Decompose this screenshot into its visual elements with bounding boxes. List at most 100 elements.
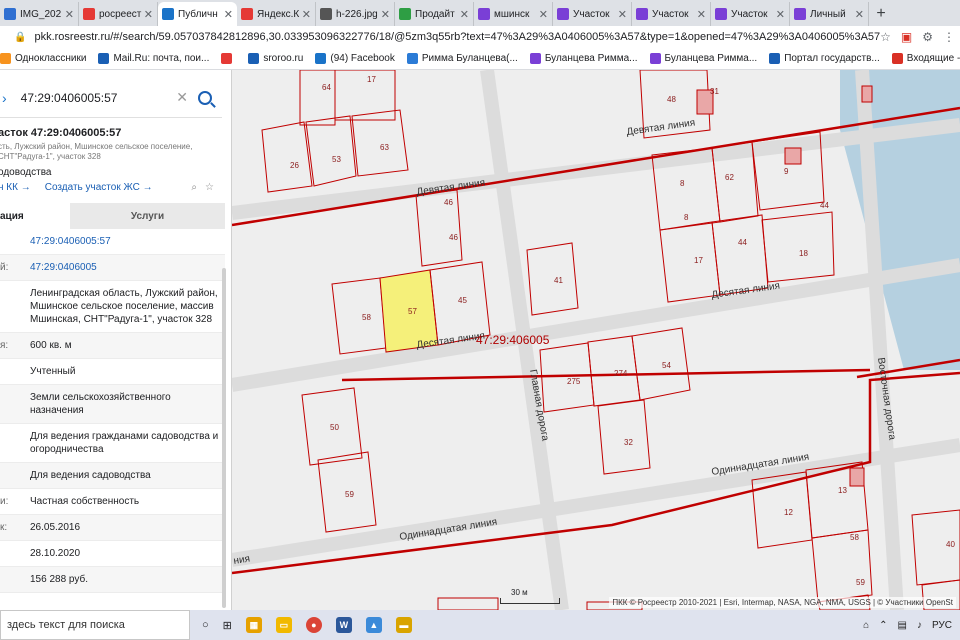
parcel-number[interactable]: 63 xyxy=(380,143,389,152)
close-tab-icon[interactable]: ✕ xyxy=(65,8,74,21)
pdf-extension-icon[interactable]: ▣ xyxy=(901,30,912,44)
taskbar-search-input[interactable]: здесь текст для поиска xyxy=(0,610,190,640)
browser-tab[interactable]: Личный ✕ xyxy=(790,2,869,26)
parcel-number[interactable]: 26 xyxy=(290,161,299,170)
language-indicator[interactable]: РУС xyxy=(932,620,952,631)
volume-icon[interactable]: ♪ xyxy=(917,620,922,631)
bookmark-item[interactable]: Портал государств... xyxy=(769,53,880,64)
parcel-number[interactable]: 41 xyxy=(554,276,563,285)
search-input[interactable]: 47:29:0406005:57 xyxy=(21,91,118,105)
bookmark-item[interactable] xyxy=(221,53,236,64)
parcel-number[interactable]: 48 xyxy=(667,95,676,104)
favorite-star-icon[interactable]: ☆ xyxy=(205,182,214,193)
browser-tab[interactable]: Яндекс.К ✕ xyxy=(237,2,316,26)
parcel-number[interactable]: 46 xyxy=(449,233,458,242)
word-icon[interactable]: W xyxy=(335,617,352,633)
parcel-number[interactable]: 58 xyxy=(850,533,859,542)
people-icon[interactable]: ⌂ xyxy=(863,620,869,631)
parcel-number[interactable]: 12 xyxy=(784,508,793,517)
task-view-icon[interactable]: ○ xyxy=(202,619,209,631)
parcel-number[interactable]: 32 xyxy=(624,438,633,447)
task-switcher-icon[interactable]: ⊞ xyxy=(223,619,232,632)
file-explorer-icon[interactable]: ▭ xyxy=(275,617,292,633)
parcel-number[interactable]: 274 xyxy=(614,369,628,378)
browser-tab[interactable]: Участок ✕ xyxy=(632,2,711,26)
browser-tab[interactable]: Публичн ✕ xyxy=(158,2,237,26)
close-tab-icon[interactable]: ✕ xyxy=(855,8,864,21)
photos-icon[interactable]: ▲ xyxy=(365,617,382,633)
close-tab-icon[interactable]: ✕ xyxy=(618,8,627,21)
chevron-up-icon[interactable]: ⌃ xyxy=(879,620,887,631)
close-tab-icon[interactable]: ✕ xyxy=(460,8,469,21)
close-tab-icon[interactable]: ✕ xyxy=(302,8,311,21)
parcel-number[interactable]: 57 xyxy=(408,307,417,316)
bookmark-item[interactable]: sroroo.ru xyxy=(248,53,303,64)
menu-icon[interactable]: ⋮ xyxy=(943,30,955,44)
parcel-number[interactable]: 18 xyxy=(799,249,808,258)
parcel-number[interactable]: 54 xyxy=(662,361,671,370)
parcel-number[interactable]: 31 xyxy=(710,87,719,96)
bookmark-item[interactable]: Одноклассники xyxy=(0,53,86,64)
folder-icon[interactable]: ▬ xyxy=(395,617,412,633)
store-icon[interactable]: ▦ xyxy=(245,617,262,633)
close-tab-icon[interactable]: ✕ xyxy=(776,8,785,21)
zoom-to-icon[interactable]: ⌕ xyxy=(191,182,197,193)
close-tab-icon[interactable]: ✕ xyxy=(697,8,706,21)
parcel-number[interactable]: 62 xyxy=(725,173,734,182)
parcel-number[interactable]: 45 xyxy=(458,296,467,305)
network-icon[interactable]: ▤ xyxy=(898,620,907,631)
search-icon[interactable] xyxy=(198,90,212,105)
parcel-number[interactable]: 59 xyxy=(345,490,354,499)
browser-tab[interactable]: Участок ✕ xyxy=(553,2,632,26)
close-tab-icon[interactable]: ✕ xyxy=(144,8,153,21)
parcel-number[interactable]: 53 xyxy=(332,155,341,164)
bookmark-item[interactable]: Римма Буланцева(... xyxy=(406,53,518,64)
parcel-number[interactable]: 13 xyxy=(838,486,847,495)
new-tab-button[interactable]: + xyxy=(869,2,893,26)
close-tab-icon[interactable]: ✕ xyxy=(539,8,548,21)
parcel-number[interactable]: 40 xyxy=(946,540,955,549)
browser-tab[interactable]: росреест ✕ xyxy=(79,2,158,26)
bookmark-item[interactable]: Входящие - allliven... xyxy=(891,53,960,64)
link-kk[interactable]: н КК → xyxy=(0,182,31,193)
parcel-number[interactable]: 8 xyxy=(680,179,685,188)
attribute-value[interactable]: 47:29:0406005:57 xyxy=(30,229,225,254)
parcel-number[interactable]: 58 xyxy=(362,313,371,322)
bookmark-item[interactable]: Буланцева Римма... xyxy=(649,53,757,64)
chrome-icon[interactable]: ● xyxy=(305,617,322,633)
bookmark-item[interactable]: Буланцева Римма... xyxy=(529,53,638,64)
attribute-value[interactable]: 47:29:0406005 xyxy=(30,255,225,280)
browser-tab[interactable]: IMG_202 ✕ xyxy=(0,2,79,26)
lock-icon[interactable]: 🔒 xyxy=(14,32,26,43)
parcel-number[interactable]: 44 xyxy=(738,238,747,247)
url-text[interactable]: pkk.rosreestr.ru/#/search/59.05703784281… xyxy=(34,31,880,43)
parcel-number[interactable]: 9 xyxy=(784,167,789,176)
bookmark-item[interactable]: Mail.Ru: почта, пои... xyxy=(98,53,209,64)
bookmark-item[interactable]: (94) Facebook xyxy=(315,53,395,64)
link-create-plot[interactable]: Создать участок ЖС → xyxy=(45,182,153,193)
extension-icon[interactable]: ⚙ xyxy=(922,30,933,44)
address-bar[interactable]: 🔒 pkk.rosreestr.ru/#/search/59.057037842… xyxy=(0,26,960,48)
parcel-number[interactable]: 275 xyxy=(567,377,581,386)
browser-tab[interactable]: Продайт ✕ xyxy=(395,2,474,26)
browser-tab[interactable]: Участок ✕ xyxy=(711,2,790,26)
parcel-number[interactable]: 17 xyxy=(367,75,376,84)
parcel-number[interactable]: 8 xyxy=(684,213,689,222)
browser-tab[interactable]: h-226.jpg ✕ xyxy=(316,2,395,26)
close-tab-icon[interactable]: ✕ xyxy=(224,8,233,21)
parcel-number[interactable]: 17 xyxy=(694,256,703,265)
clear-icon[interactable]: ✕ xyxy=(176,89,188,106)
map-canvas[interactable]: 64 17 48 31 26 53 63 8 62 9 44 46 46 8 17 44 18 41 58 57 45 2… xyxy=(232,70,960,610)
star-icon[interactable]: ☆ xyxy=(880,30,891,44)
tab-services[interactable]: Услуги xyxy=(70,203,225,229)
parcel-number[interactable]: 46 xyxy=(444,198,453,207)
cadastral-map[interactable]: 64 17 48 31 26 53 63 8 62 9 44 46 46 8 17 44 18 41 58 57 45 2… xyxy=(232,70,960,610)
parcel-number[interactable]: 50 xyxy=(330,423,339,432)
parcel-number[interactable]: 59 xyxy=(856,578,865,587)
parcel-number[interactable]: 64 xyxy=(322,83,331,92)
close-tab-icon[interactable]: ✕ xyxy=(381,8,390,21)
tab-information[interactable]: ация xyxy=(0,203,70,229)
chevron-right-icon[interactable]: › xyxy=(2,90,7,106)
browser-tab[interactable]: мшинск ✕ xyxy=(474,2,553,26)
parcel-number[interactable]: 44 xyxy=(820,201,829,210)
